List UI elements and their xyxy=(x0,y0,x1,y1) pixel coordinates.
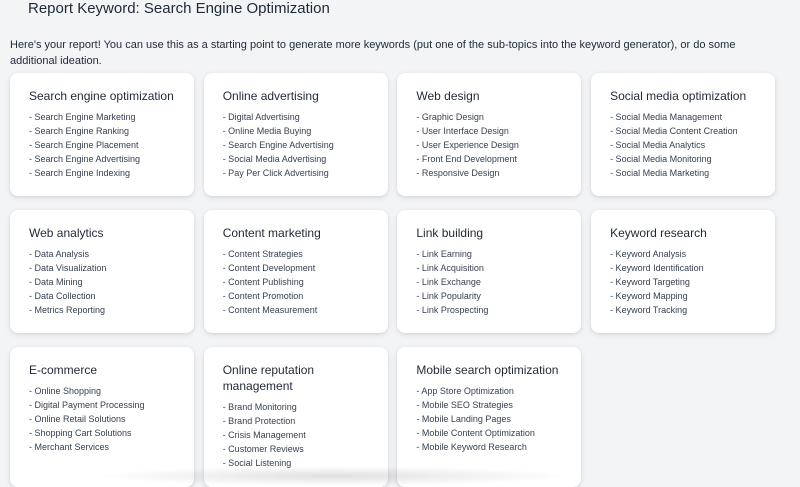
topic-card-title: Search engine optimization xyxy=(29,89,174,103)
subtopic-item: - Social Media Advertising xyxy=(222,154,327,164)
topic-card-title: Online advertising xyxy=(222,89,319,103)
subtopic-item: - Brand Protection xyxy=(222,416,296,426)
topic-card: Link building - Link Earning - Link Acqu… xyxy=(397,210,582,333)
topic-card: Search engine optimization - Search Engi… xyxy=(10,73,194,196)
topic-card-title: E-commerce xyxy=(29,363,98,377)
subtopic-item: - Content Development xyxy=(222,263,316,273)
subtopic-list: - Data Analysis - Data Visualization - D… xyxy=(29,247,182,317)
subtopic-item: - Search Engine Marketing xyxy=(29,112,136,122)
topic-card: E-commerce - Online Shopping - Digital P… xyxy=(10,347,194,487)
topic-card: Keyword research - Keyword Analysis - Ke… xyxy=(591,210,776,333)
subtopic-item: - Keyword Targeting xyxy=(610,277,690,287)
topic-card: Web analytics - Data Analysis - Data Vis… xyxy=(10,210,194,333)
subtopic-list: - Digital Advertising - Online Media Buy… xyxy=(223,110,376,180)
subtopic-item: - Mobile Landing Pages xyxy=(416,414,511,424)
subtopic-item: - Social Listening xyxy=(222,458,292,468)
subtopic-item: - Content Promotion xyxy=(222,291,304,301)
topic-card: Online advertising - Digital Advertising… xyxy=(203,73,388,196)
subtopic-item: - Link Popularity xyxy=(416,291,481,301)
topic-card-title: Link building xyxy=(416,226,484,240)
subtopic-list: - Content Strategies - Content Developme… xyxy=(223,247,376,317)
subtopic-item: - Keyword Mapping xyxy=(610,291,688,301)
subtopic-item: - Data Analysis xyxy=(29,249,90,259)
subtopic-item: - Mobile SEO Strategies xyxy=(416,400,513,410)
topic-card-title: Web design xyxy=(416,89,480,103)
subtopic-item: - Search Engine Ranking xyxy=(29,126,130,136)
subtopic-item: - Social Media Monitoring xyxy=(610,154,712,164)
subtopic-item: - Front End Development xyxy=(416,154,517,164)
subtopic-item: - Keyword Tracking xyxy=(610,305,688,315)
subtopic-item: - Content Measurement xyxy=(222,305,318,315)
page-title: Report Keyword: Search Engine Optimizati… xyxy=(28,0,330,17)
subtopic-item: - Online Media Buying xyxy=(222,126,312,136)
report-intro: Here's your report! You can use this as … xyxy=(10,39,736,67)
subtopic-item: - Customer Reviews xyxy=(222,444,304,454)
subtopic-list: - Search Engine Marketing - Search Engin… xyxy=(29,110,182,180)
topic-card-title: Web analytics xyxy=(29,226,104,240)
subtopic-list: - Graphic Design - User Interface Design… xyxy=(416,110,569,180)
subtopic-item: - Graphic Design xyxy=(416,112,484,122)
subtopic-item: - Search Engine Placement xyxy=(29,140,139,150)
subtopic-item: - Digital Payment Processing xyxy=(29,400,145,410)
subtopic-item: - Data Mining xyxy=(29,277,83,287)
topic-card: Online reputation management - Brand Mon… xyxy=(203,347,388,487)
subtopic-item: - Metrics Reporting xyxy=(29,305,106,315)
subtopic-item: - Social Media Management xyxy=(610,112,723,122)
subtopic-item: - Social Media Marketing xyxy=(610,168,710,178)
topic-card-title: Social media optimization xyxy=(610,89,747,103)
subtopic-item: - Data Collection xyxy=(29,291,96,301)
subtopic-list: - App Store Optimization - Mobile SEO St… xyxy=(416,384,569,454)
subtopic-item: - Online Shopping xyxy=(29,386,102,396)
subtopic-list: - Social Media Management - Social Media… xyxy=(610,110,763,180)
subtopic-item: - Pay Per Click Advertising xyxy=(222,168,329,178)
subtopic-item: - Content Strategies xyxy=(222,249,303,259)
topic-card: Web design - Graphic Design - User Inter… xyxy=(397,73,582,196)
topic-card-title: Content marketing xyxy=(222,226,321,240)
subtopic-item: - Link Exchange xyxy=(416,277,481,287)
subtopic-item: - Merchant Services xyxy=(29,442,110,452)
topic-card: Social media optimization - Social Media… xyxy=(591,73,776,196)
topic-card: Mobile search optimization - App Store O… xyxy=(397,347,582,487)
subtopic-item: - Link Earning xyxy=(416,249,472,259)
subtopic-item: - Keyword Analysis xyxy=(610,249,687,259)
subtopic-item: - App Store Optimization xyxy=(416,386,514,396)
topic-card-title: Mobile search optimization xyxy=(416,363,559,377)
subtopic-item: - Search Engine Indexing xyxy=(29,168,131,178)
subtopic-item: - Brand Monitoring xyxy=(222,402,297,412)
subtopic-item: - Online Retail Solutions xyxy=(29,414,126,424)
subtopic-item: - Crisis Management xyxy=(222,430,306,440)
subtopic-list: - Keyword Analysis - Keyword Identificat… xyxy=(610,247,763,317)
subtopic-item: - Link Acquisition xyxy=(416,263,484,273)
subtopic-list: - Link Earning - Link Acquisition - Link… xyxy=(416,247,569,317)
topic-card: Content marketing - Content Strategies -… xyxy=(203,210,388,333)
subtopic-item: - Digital Advertising xyxy=(222,112,300,122)
subtopic-item: - Search Engine Advertising xyxy=(222,140,334,150)
subtopic-item: - User Experience Design xyxy=(416,140,519,150)
subtopic-item: - Mobile Keyword Research xyxy=(416,442,527,452)
topic-card-grid: Search engine optimization - Search Engi… xyxy=(10,73,783,487)
subtopic-item: - Responsive Design xyxy=(416,168,500,178)
topic-card-title: Online reputation management xyxy=(222,363,315,393)
subtopic-item: - Social Media Content Creation xyxy=(610,126,738,136)
subtopic-item: - Mobile Content Optimization xyxy=(416,428,535,438)
subtopic-list: - Brand Monitoring - Brand Protection - … xyxy=(223,400,376,470)
subtopic-item: - Keyword Identification xyxy=(610,263,704,273)
subtopic-item: - Search Engine Advertising xyxy=(29,154,141,164)
subtopic-item: - Data Visualization xyxy=(29,263,107,273)
subtopic-list: - Online Shopping - Digital Payment Proc… xyxy=(29,384,182,454)
subtopic-item: - Shopping Cart Solutions xyxy=(29,428,132,438)
subtopic-item: - User Interface Design xyxy=(416,126,509,136)
subtopic-item: - Social Media Analytics xyxy=(610,140,706,150)
subtopic-item: - Link Prospecting xyxy=(416,305,489,315)
topic-card-title: Keyword research xyxy=(610,226,707,240)
subtopic-item: - Content Publishing xyxy=(222,277,304,287)
